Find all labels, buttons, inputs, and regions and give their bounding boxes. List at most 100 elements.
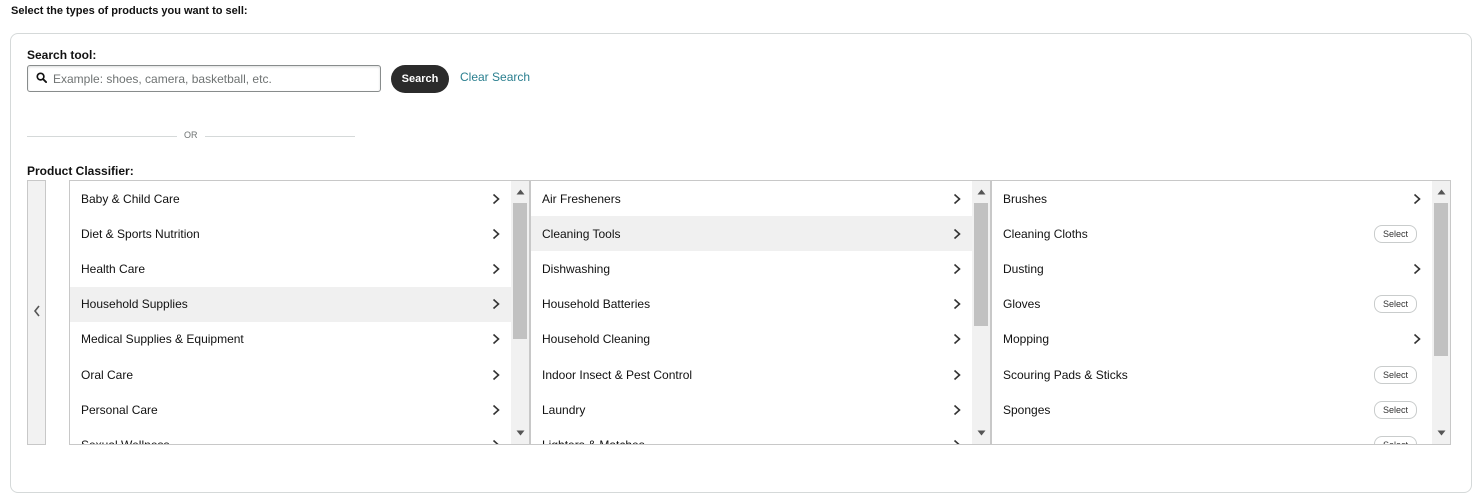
or-divider: OR [27, 129, 355, 143]
column-2-list: Air Fresheners Cleaning Tools Dishwashing H… [531, 181, 972, 444]
divider-line-left [27, 136, 177, 137]
product-type-panel: Search tool: Search Clear Search OR Prod… [10, 33, 1472, 493]
classifier-row[interactable]: Dishwashing [531, 251, 972, 286]
scroll-down-arrow-icon[interactable] [1432, 424, 1450, 442]
chevron-right-icon [1411, 263, 1423, 275]
classifier-row[interactable]: Household Supplies [70, 286, 511, 322]
chevron-right-icon [951, 333, 963, 345]
chevron-right-icon [951, 228, 963, 240]
scroll-thumb[interactable] [1434, 203, 1448, 356]
classifier-row[interactable]: Diet & Sports Nutrition [70, 216, 511, 251]
scroll-down-arrow-icon[interactable] [972, 424, 990, 442]
scroll-down-arrow-icon[interactable] [511, 424, 529, 442]
classifier-row[interactable]: Personal Care [70, 392, 511, 427]
select-button[interactable]: Select [1373, 435, 1417, 444]
chevron-right-icon [490, 369, 502, 381]
scroll-thumb[interactable] [974, 203, 988, 326]
chevron-right-icon [951, 193, 963, 205]
or-text: OR [184, 130, 198, 140]
search-tool-label: Search tool: [27, 48, 97, 62]
classifier-row-label: Sexual Wellness [81, 438, 170, 444]
scroll-up-arrow-icon[interactable] [511, 183, 529, 201]
column-3-scrollbar[interactable] [1432, 181, 1450, 444]
classifier-row-label: Oral Care [81, 367, 134, 382]
classifier-row[interactable]: Air Fresheners [531, 181, 972, 216]
chevron-right-icon [490, 404, 502, 416]
divider-line-right [205, 136, 355, 137]
classifier-row[interactable]: Laundry [531, 392, 972, 427]
classifier-row[interactable]: Cleaning Cloths Select [992, 216, 1432, 251]
classifier-row[interactable]: Medical Supplies & Equipment [70, 322, 511, 357]
classifier-row-label: Lighters & Matches [542, 438, 645, 444]
classifier-row[interactable]: Select [992, 427, 1432, 444]
classifier-row[interactable]: Gloves Select [992, 287, 1432, 322]
classifier-row-label: Sponges [1003, 402, 1051, 417]
classifier-row[interactable]: Household Cleaning [531, 322, 972, 357]
classifier-row-label: Health Care [81, 261, 146, 276]
classifier-row-label: Dishwashing [542, 261, 611, 276]
classifier-row[interactable]: Dusting [992, 251, 1432, 286]
classifier-row[interactable]: Scouring Pads & Sticks Select [992, 357, 1432, 392]
search-box[interactable] [27, 65, 381, 92]
search-button[interactable]: Search [391, 65, 449, 93]
classifier-row-label: Mopping [1003, 332, 1050, 347]
clear-search-link[interactable]: Clear Search [460, 70, 530, 84]
classifier-row-label: Cleaning Tools [542, 226, 621, 241]
chevron-right-icon [1411, 333, 1423, 345]
classifier-row-label: Air Fresheners [542, 191, 621, 206]
classifier-row-label: Scouring Pads & Sticks [1003, 367, 1128, 382]
classifier-row-label: Household Cleaning [542, 332, 651, 347]
scroll-up-arrow-icon[interactable] [1432, 183, 1450, 201]
classifier-row-label: Personal Care [81, 402, 158, 417]
page-heading: Select the types of products you want to… [11, 5, 248, 17]
scroll-thumb[interactable] [513, 203, 527, 339]
search-input[interactable] [53, 71, 363, 86]
select-button[interactable]: Select [1373, 224, 1417, 243]
classifier-row-label: Indoor Insect & Pest Control [542, 367, 693, 382]
chevron-right-icon [1411, 193, 1423, 205]
classifier-row[interactable]: Sponges Select [992, 392, 1432, 427]
classifier-column-3: Brushes Cleaning Cloths Select Dusting Glove… [991, 180, 1451, 445]
chevron-right-icon [951, 298, 963, 310]
classifier-row-label: Household Supplies [81, 297, 188, 312]
classifier-row[interactable]: Cleaning Tools [531, 216, 972, 252]
column-2-scrollbar[interactable] [972, 181, 990, 444]
select-button[interactable]: Select [1373, 365, 1417, 384]
classifier-back-button[interactable] [27, 180, 46, 445]
classifier-row-label: Dusting [1003, 261, 1044, 276]
classifier-row-label: Diet & Sports Nutrition [81, 226, 200, 241]
search-icon [36, 70, 47, 88]
chevron-left-icon [33, 304, 41, 322]
select-button[interactable]: Select [1373, 400, 1417, 419]
chevron-right-icon [951, 404, 963, 416]
classifier-row[interactable]: Indoor Insect & Pest Control [531, 357, 972, 392]
classifier-row-label: Laundry [542, 402, 586, 417]
chevron-right-icon [490, 263, 502, 275]
classifier-column-1: Baby & Child Care Diet & Sports Nutrition… [69, 180, 530, 445]
chevron-right-icon [951, 439, 963, 444]
classifier-row[interactable]: Health Care [70, 251, 511, 286]
chevron-right-icon [490, 439, 502, 444]
classifier-row[interactable]: Sexual Wellness [70, 427, 511, 444]
classifier-row[interactable]: Brushes [992, 181, 1432, 216]
scroll-up-arrow-icon[interactable] [972, 183, 990, 201]
classifier-row[interactable]: Oral Care [70, 357, 511, 392]
classifier-row-label: Baby & Child Care [81, 191, 180, 206]
select-button[interactable]: Select [1373, 295, 1417, 314]
classifier-row[interactable]: Lighters & Matches [531, 427, 972, 444]
column-1-scrollbar[interactable] [511, 181, 529, 444]
chevron-right-icon [490, 228, 502, 240]
column-3-list: Brushes Cleaning Cloths Select Dusting Glove… [992, 181, 1432, 444]
classifier-row-label: Gloves [1003, 297, 1041, 312]
classifier-row[interactable]: Baby & Child Care [70, 181, 511, 216]
classifier-row-label: Medical Supplies & Equipment [81, 332, 244, 347]
classifier-row-label: Household Batteries [542, 297, 651, 312]
column-1-list: Baby & Child Care Diet & Sports Nutrition… [70, 181, 511, 444]
chevron-right-icon [490, 298, 502, 310]
classifier-row[interactable]: Mopping [992, 322, 1432, 357]
chevron-right-icon [951, 369, 963, 381]
classifier-row[interactable]: Household Batteries [531, 287, 972, 322]
classifier-row-label: Brushes [1003, 191, 1048, 206]
classifier-column-2: Air Fresheners Cleaning Tools Dishwashing H… [530, 180, 991, 445]
classifier-row-label: Cleaning Cloths [1003, 226, 1088, 241]
